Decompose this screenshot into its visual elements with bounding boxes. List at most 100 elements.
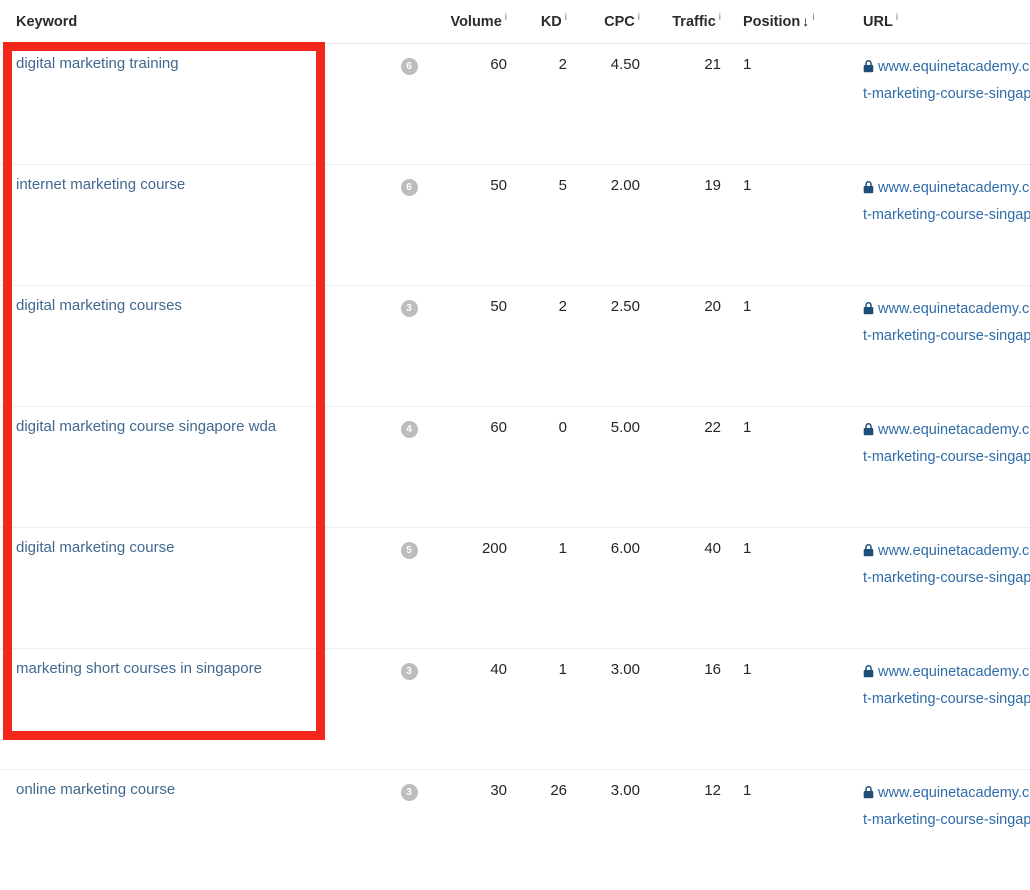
cell-volume: 200	[432, 528, 517, 649]
table-row[interactable]: digital marketing courses35022.50201www.…	[0, 286, 1030, 407]
keyword-metrics-table: Keyword Volumei KDi CPCi Traffici Positi…	[0, 0, 1030, 890]
url-container: www.equinetacademy.com/internet-marketin…	[863, 55, 1030, 107]
cell-position: 1	[731, 165, 855, 286]
serp-features-badge[interactable]: 3	[401, 784, 418, 801]
url-link[interactable]: www.equinetacademy.com/internet-marketin…	[863, 543, 1030, 586]
cell-volume: 30	[432, 770, 517, 890]
table-body: digital marketing training66024.50211www…	[0, 44, 1030, 890]
url-container: www.equinetacademy.com/internet-marketin…	[863, 418, 1030, 470]
cell-traffic: 20	[646, 286, 731, 407]
cell-position: 1	[731, 528, 855, 649]
cell-cpc: 4.50	[575, 44, 646, 165]
column-header-position[interactable]: Position↓i	[731, 0, 855, 44]
cell-kd: 1	[517, 528, 575, 649]
keyword-link[interactable]: digital marketing course	[16, 539, 174, 556]
cell-kd: 1	[517, 649, 575, 770]
table-row[interactable]: marketing short courses in singapore3401…	[0, 649, 1030, 770]
cell-volume: 50	[432, 286, 517, 407]
info-icon-volume[interactable]: i	[505, 12, 507, 23]
cell-serp-badge: 3	[386, 286, 432, 407]
table-row[interactable]: digital marketing course520016.00401www.…	[0, 528, 1030, 649]
table-row[interactable]: digital marketing course singapore wda46…	[0, 407, 1030, 528]
cell-url: www.equinetacademy.com/internet-marketin…	[855, 770, 1030, 890]
serp-features-badge[interactable]: 6	[401, 58, 418, 75]
table-row[interactable]: online marketing course330263.00121www.e…	[0, 770, 1030, 890]
keyword-link[interactable]: digital marketing courses	[16, 297, 182, 314]
column-header-kd-label: KD	[541, 14, 562, 30]
info-icon-position[interactable]: i	[812, 12, 814, 23]
cell-keyword: digital marketing course singapore wda	[0, 407, 386, 528]
table-row[interactable]: internet marketing course65052.00191www.…	[0, 165, 1030, 286]
cell-url: www.equinetacademy.com/internet-marketin…	[855, 649, 1030, 770]
lock-icon	[863, 57, 874, 82]
cell-url: www.equinetacademy.com/internet-marketin…	[855, 528, 1030, 649]
table-row[interactable]: digital marketing training66024.50211www…	[0, 44, 1030, 165]
cell-volume: 40	[432, 649, 517, 770]
keyword-link[interactable]: digital marketing course singapore wda	[16, 418, 276, 435]
url-link[interactable]: www.equinetacademy.com/internet-marketin…	[863, 59, 1030, 102]
cell-serp-badge: 4	[386, 407, 432, 528]
cell-serp-badge: 6	[386, 165, 432, 286]
info-icon-traffic[interactable]: i	[719, 12, 721, 23]
column-header-url-label: URL	[863, 14, 893, 30]
info-icon-cpc[interactable]: i	[638, 12, 640, 23]
url-container: www.equinetacademy.com/internet-marketin…	[863, 660, 1030, 712]
cell-url: www.equinetacademy.com/internet-marketin…	[855, 407, 1030, 528]
cell-keyword: digital marketing courses	[0, 286, 386, 407]
serp-features-badge[interactable]: 3	[401, 300, 418, 317]
url-link[interactable]: www.equinetacademy.com/internet-marketin…	[863, 785, 1030, 828]
serp-features-badge[interactable]: 4	[401, 421, 418, 438]
cell-keyword: online marketing course	[0, 770, 386, 890]
url-container: www.equinetacademy.com/internet-marketin…	[863, 781, 1030, 833]
url-link[interactable]: www.equinetacademy.com/internet-marketin…	[863, 180, 1030, 223]
column-header-keyword[interactable]: Keyword	[0, 0, 386, 44]
cell-kd: 26	[517, 770, 575, 890]
cell-keyword: marketing short courses in singapore	[0, 649, 386, 770]
cell-volume: 60	[432, 44, 517, 165]
keyword-link[interactable]: internet marketing course	[16, 176, 185, 193]
serp-features-badge[interactable]: 6	[401, 179, 418, 196]
cell-cpc: 3.00	[575, 649, 646, 770]
sort-descending-icon[interactable]: ↓	[802, 13, 809, 29]
info-icon-kd[interactable]: i	[565, 12, 567, 23]
serp-features-badge[interactable]: 3	[401, 663, 418, 680]
column-header-cpc[interactable]: CPCi	[575, 0, 646, 44]
info-icon-url[interactable]: i	[896, 12, 898, 23]
cell-traffic: 12	[646, 770, 731, 890]
cell-url: www.equinetacademy.com/internet-marketin…	[855, 165, 1030, 286]
cell-serp-badge: 5	[386, 528, 432, 649]
keyword-link[interactable]: online marketing course	[16, 781, 175, 798]
column-header-traffic[interactable]: Traffici	[646, 0, 731, 44]
url-link[interactable]: www.equinetacademy.com/internet-marketin…	[863, 301, 1030, 344]
cell-position: 1	[731, 770, 855, 890]
cell-keyword: digital marketing course	[0, 528, 386, 649]
cell-cpc: 5.00	[575, 407, 646, 528]
lock-icon	[863, 299, 874, 324]
cell-position: 1	[731, 286, 855, 407]
table-header: Keyword Volumei KDi CPCi Traffici Positi…	[0, 0, 1030, 44]
cell-position: 1	[731, 649, 855, 770]
keyword-report-panel: Keyword Volumei KDi CPCi Traffici Positi…	[0, 0, 1030, 795]
cell-position: 1	[731, 44, 855, 165]
cell-position: 1	[731, 407, 855, 528]
serp-features-badge[interactable]: 5	[401, 542, 418, 559]
column-header-kd[interactable]: KDi	[517, 0, 575, 44]
cell-traffic: 40	[646, 528, 731, 649]
cell-keyword: digital marketing training	[0, 44, 386, 165]
keyword-link[interactable]: marketing short courses in singapore	[16, 660, 262, 677]
cell-traffic: 16	[646, 649, 731, 770]
column-header-keyword-label: Keyword	[16, 14, 77, 30]
cell-url: www.equinetacademy.com/internet-marketin…	[855, 286, 1030, 407]
column-header-volume[interactable]: Volumei	[432, 0, 517, 44]
column-header-url[interactable]: URLi	[855, 0, 1030, 44]
table-header-row: Keyword Volumei KDi CPCi Traffici Positi…	[0, 0, 1030, 44]
keyword-link[interactable]: digital marketing training	[16, 55, 179, 72]
url-link[interactable]: www.equinetacademy.com/internet-marketin…	[863, 422, 1030, 465]
cell-cpc: 2.00	[575, 165, 646, 286]
column-header-cpc-label: CPC	[604, 14, 635, 30]
lock-icon	[863, 178, 874, 203]
column-header-badge	[386, 0, 432, 44]
cell-cpc: 2.50	[575, 286, 646, 407]
url-container: www.equinetacademy.com/internet-marketin…	[863, 539, 1030, 591]
url-link[interactable]: www.equinetacademy.com/internet-marketin…	[863, 664, 1030, 707]
